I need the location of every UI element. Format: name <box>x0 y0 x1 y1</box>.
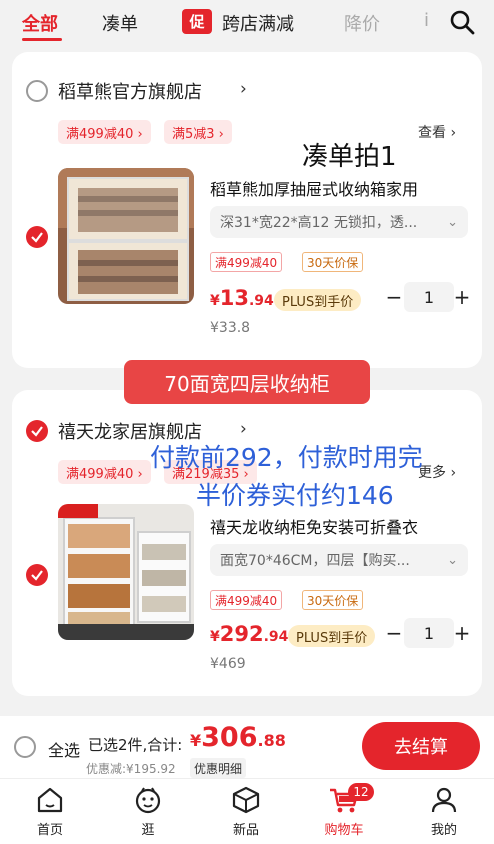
nav-label: 购物车 <box>324 823 364 838</box>
sku-selector[interactable]: 深31*宽22*高12 无锁扣，透... ⌄ <box>210 206 468 238</box>
total-price: ¥306.88 <box>190 722 286 753</box>
discount-detail-button[interactable]: 优惠明细 <box>190 758 247 778</box>
item-checkbox[interactable] <box>26 564 48 586</box>
store-card-xitianlong: 禧天龙家居旗舰店 › 满499减40 › 满219减35 › 更多 › 禧天龙收… <box>12 390 482 696</box>
tab-all[interactable]: 全部 <box>22 10 58 36</box>
checkout-button[interactable]: 去结算 <box>362 722 480 770</box>
nav-label: 逛 <box>141 823 155 838</box>
promo-badge: 促 <box>182 9 212 34</box>
chevron-right-icon[interactable]: › <box>240 419 247 439</box>
sku-text: 面宽70*46CM，四层【购买... <box>220 553 410 569</box>
select-all-checkbox[interactable] <box>14 736 36 758</box>
price-protect-tag: 30天价保 <box>302 590 364 610</box>
plus-price-badge: PLUS到手价 <box>288 625 376 647</box>
chevron-right-icon[interactable]: › <box>240 79 247 99</box>
qty-input[interactable]: 1 <box>404 618 454 648</box>
coupon-more-link[interactable]: 查看 › <box>418 122 456 142</box>
cart-count-badge: 12 <box>348 783 374 801</box>
qty-increase-button[interactable]: + <box>452 285 472 309</box>
original-price: ¥469 <box>210 656 246 672</box>
chevron-down-icon: ⌄ <box>447 552 458 568</box>
annotation-note: 半价券实付约146 <box>196 481 394 510</box>
chevron-down-icon: ⌄ <box>447 214 458 230</box>
user-icon <box>431 787 457 813</box>
store-card-daocaoxiong: 稻草熊官方旗舰店 › 满499减40 › 满5减3 › 查看 › 稻草熊加厚抽屉… <box>12 52 482 368</box>
plus-price-badge: PLUS到手价 <box>274 289 362 311</box>
tab-bundle[interactable]: 凑单 <box>102 10 138 36</box>
price-protect-tag: 30天价保 <box>302 252 364 272</box>
product-image[interactable] <box>58 504 194 640</box>
annotation-note: 凑单拍1 <box>302 142 397 172</box>
mascot-icon <box>135 787 161 814</box>
check-icon <box>31 426 43 437</box>
qty-decrease-button[interactable]: − <box>384 621 404 645</box>
bottom-nav: 首页 逛 新品 12 购物车 我的 <box>0 778 494 844</box>
check-icon <box>31 570 43 581</box>
store-coupon[interactable]: 满499减40 › <box>58 120 151 144</box>
product-title[interactable]: 稻草熊加厚抽屉式收纳箱家用 <box>210 176 418 200</box>
top-tab-bar: 全部 凑单 促 跨店满减 降价 i <box>0 0 494 44</box>
store-coupon[interactable]: 满499减40 › <box>58 460 151 484</box>
store-checkbox[interactable] <box>26 80 48 102</box>
select-all-label[interactable]: 全选 <box>48 737 80 761</box>
item-checkbox[interactable] <box>26 226 48 248</box>
qty-increase-button[interactable]: + <box>452 621 472 645</box>
product-title[interactable]: 禧天龙收纳柜免安装可折叠衣 <box>210 514 418 538</box>
qty-input[interactable]: 1 <box>404 282 454 312</box>
check-icon <box>31 232 43 243</box>
product-price: ¥292.94 <box>210 622 289 646</box>
active-tab-indicator <box>22 38 62 41</box>
tab-price-drop[interactable]: 降价 <box>344 10 380 36</box>
annotation-banner: 70面宽四层收纳柜 <box>124 360 370 404</box>
coupon-more-link[interactable]: 更多 › <box>418 462 456 482</box>
box-icon <box>232 786 260 814</box>
discount-amount: 优惠减:¥195.92 <box>86 762 176 776</box>
nav-home[interactable]: 首页 <box>10 785 90 838</box>
sku-selector[interactable]: 面宽70*46CM，四层【购买... ⌄ <box>210 544 468 576</box>
nav-new[interactable]: 新品 <box>206 785 286 838</box>
qty-decrease-button[interactable]: − <box>384 285 404 309</box>
nav-mine[interactable]: 我的 <box>404 785 484 838</box>
original-price: ¥33.8 <box>210 320 251 336</box>
home-icon <box>37 787 63 813</box>
search-icon[interactable] <box>448 8 476 36</box>
store-checkbox[interactable] <box>26 420 48 442</box>
tab-cross-store[interactable]: 跨店满减 <box>222 10 294 36</box>
store-name[interactable]: 稻草熊官方旗舰店 <box>58 78 202 104</box>
promo-tag: 满499减40 <box>210 590 283 610</box>
nav-label: 新品 <box>232 823 259 838</box>
sku-text: 深31*宽22*高12 无锁扣，透... <box>220 215 418 231</box>
product-price: ¥13.94 <box>210 286 274 310</box>
tab-overflow[interactable]: i <box>424 10 429 31</box>
store-coupon[interactable]: 满5减3 › <box>164 120 232 144</box>
nav-browse[interactable]: 逛 <box>108 785 188 838</box>
nav-label: 首页 <box>36 823 63 838</box>
checkout-bar: 全选 已选2件,合计: ¥306.88 优惠减:¥195.92 优惠明细 去结算 <box>0 716 494 778</box>
annotation-note: 付款前292，付款时用完 <box>150 443 423 472</box>
nav-cart[interactable]: 12 购物车 <box>304 783 384 838</box>
nav-label: 我的 <box>430 823 457 838</box>
product-image[interactable] <box>58 168 194 304</box>
selected-count-label: 已选2件,合计: <box>88 736 183 754</box>
promo-tag: 满499减40 <box>210 252 283 272</box>
